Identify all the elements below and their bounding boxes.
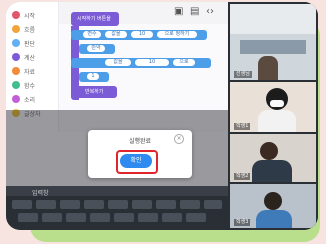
category-label: 계산 bbox=[24, 54, 36, 62]
category-label: 흐름 bbox=[24, 26, 36, 34]
save-icon[interactable]: ▣ bbox=[174, 6, 183, 18]
code-icon[interactable]: ‹› bbox=[206, 6, 214, 18]
video-tile[interactable]: 선생님 bbox=[230, 4, 316, 80]
category-label: 자료 bbox=[24, 68, 36, 76]
category-item[interactable]: 시작 bbox=[12, 10, 56, 20]
block-slot[interactable]: 값을 bbox=[105, 31, 127, 38]
category-dot-icon bbox=[12, 67, 20, 75]
category-dot-icon bbox=[12, 95, 20, 103]
keyboard-key[interactable] bbox=[60, 200, 80, 209]
keyboard-key[interactable] bbox=[132, 200, 152, 209]
keyboard-key[interactable] bbox=[42, 213, 62, 222]
close-icon[interactable]: × bbox=[174, 134, 184, 144]
keyboard-key[interactable] bbox=[156, 200, 176, 209]
keyboard-key[interactable] bbox=[90, 213, 110, 222]
category-item[interactable]: 판단 bbox=[12, 38, 56, 48]
category-item[interactable]: 소리 bbox=[12, 94, 56, 104]
wait-block[interactable]: 1 bbox=[79, 72, 109, 82]
keyboard-key[interactable] bbox=[18, 213, 38, 222]
category-dot-icon bbox=[12, 39, 20, 47]
block-slot[interactable]: 10 bbox=[131, 31, 153, 38]
keyboard-key[interactable] bbox=[114, 213, 134, 222]
category-item[interactable]: 계산 bbox=[12, 52, 56, 62]
input-bar[interactable]: 입력창 bbox=[6, 186, 228, 197]
category-dot-icon bbox=[12, 25, 20, 33]
room-wall bbox=[230, 4, 316, 34]
keyboard-key[interactable] bbox=[66, 213, 86, 222]
video-tile[interactable]: 학생2 bbox=[230, 134, 316, 182]
keyboard-key[interactable] bbox=[138, 213, 158, 222]
category-item[interactable]: 흐름 bbox=[12, 24, 56, 34]
participant-name: 학생2 bbox=[234, 173, 251, 180]
keyboard-key[interactable] bbox=[162, 213, 182, 222]
keyboard-key[interactable] bbox=[180, 200, 200, 209]
block-slot[interactable]: 으로 정하기 bbox=[157, 31, 197, 38]
confirm-button[interactable]: 확인 bbox=[120, 154, 152, 168]
category-dot-icon bbox=[12, 11, 20, 19]
person-body bbox=[252, 160, 292, 182]
keyboard-key[interactable] bbox=[36, 200, 56, 209]
video-tile[interactable]: 학생3 bbox=[230, 184, 316, 228]
keyboard-key[interactable] bbox=[186, 213, 206, 222]
category-item[interactable]: 자료 bbox=[12, 66, 56, 76]
keyboard-key[interactable] bbox=[84, 200, 104, 209]
keyboard-key[interactable] bbox=[108, 200, 128, 209]
block-slot[interactable]: 10 bbox=[135, 59, 169, 66]
mask-shape bbox=[270, 100, 284, 107]
participant-name: 학생1 bbox=[234, 123, 251, 130]
video-participant-column: 선생님 학생1 학생2 학생3 bbox=[228, 2, 318, 230]
person-head bbox=[264, 192, 282, 210]
start-block-label: 시작하기 버튼을 bbox=[77, 16, 111, 22]
block-slot[interactable]: 변수 bbox=[83, 31, 101, 38]
person-body bbox=[256, 210, 292, 228]
participant-name: 학생3 bbox=[234, 219, 251, 226]
category-label: 판단 bbox=[24, 40, 36, 48]
tablet-screen: ▣ ▤ ‹› 시작 흐름 판단 계산 자료 함수 소리 글상자 시작하기 버튼을… bbox=[6, 2, 318, 230]
completion-dialog: 실행완료 × 확인 bbox=[88, 130, 192, 178]
start-block[interactable]: 시작하기 버튼을 bbox=[71, 12, 119, 26]
input-keyboard-area: 입력창 bbox=[6, 186, 228, 230]
block-slot[interactable]: 1 bbox=[87, 73, 99, 80]
keyboard-key[interactable] bbox=[12, 200, 32, 209]
input-bar-label: 입력창 bbox=[32, 190, 49, 197]
participant-name: 선생님 bbox=[234, 71, 252, 78]
category-label: 함수 bbox=[24, 82, 36, 90]
screen-shape bbox=[240, 40, 306, 54]
person-silhouette bbox=[258, 56, 278, 80]
category-dot-icon bbox=[12, 53, 20, 61]
block-slot[interactable]: 으로 bbox=[173, 59, 195, 66]
set-variable-block[interactable]: 변수 값을 10 으로 정하기 bbox=[71, 30, 207, 40]
block-coding-app: ▣ ▤ ‹› 시작 흐름 판단 계산 자료 함수 소리 글상자 시작하기 버튼을… bbox=[6, 2, 228, 230]
video-tile[interactable]: 학생1 bbox=[230, 82, 316, 132]
person-head bbox=[260, 142, 278, 160]
block-slot[interactable]: 만약 bbox=[87, 45, 105, 52]
block-slot[interactable]: 값을 bbox=[105, 59, 131, 66]
category-label: 시작 bbox=[24, 12, 36, 20]
keyboard-key[interactable] bbox=[204, 200, 222, 209]
change-variable-block[interactable]: 값을 10 으로 bbox=[71, 58, 211, 68]
repeat-block[interactable]: 반복하기 bbox=[71, 86, 117, 98]
category-label: 소리 bbox=[24, 96, 36, 104]
image-icon[interactable]: ▤ bbox=[190, 6, 199, 18]
person-body bbox=[258, 110, 296, 132]
category-dot-icon bbox=[12, 81, 20, 89]
category-item[interactable]: 함수 bbox=[12, 80, 56, 90]
repeat-block-label: 반복하기 bbox=[85, 89, 104, 95]
if-block[interactable]: 만약 bbox=[79, 44, 115, 54]
